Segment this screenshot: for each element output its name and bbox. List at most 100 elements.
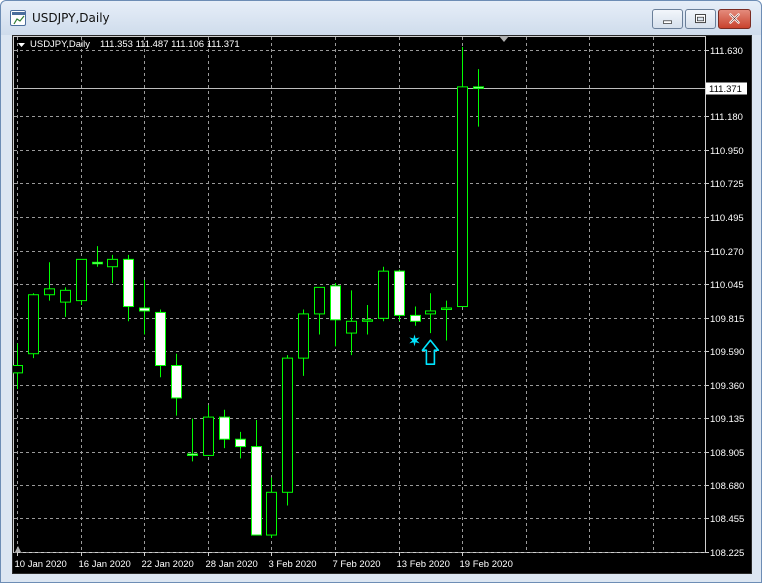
- candle[interactable]: [394, 269, 405, 322]
- candle[interactable]: [282, 355, 293, 506]
- chart-scroll-marker[interactable]: [15, 546, 21, 552]
- candle-body-bullish: [107, 258, 118, 268]
- restore-button[interactable]: [685, 9, 716, 29]
- candle[interactable]: [107, 254, 118, 283]
- price-axis-label: 110.045: [710, 280, 744, 291]
- time-axis-label: 10 Jan 2020: [15, 559, 67, 570]
- up-arrow-marker-icon[interactable]: [421, 339, 440, 366]
- candle[interactable]: [330, 282, 341, 347]
- candle-body-bearish: [92, 261, 103, 265]
- time-axis-label: 16 Jan 2020: [79, 559, 131, 570]
- candle[interactable]: [314, 286, 325, 335]
- candlestick-chart[interactable]: 111.630 111.180 110.950 110.725 110.495 110.2…: [13, 36, 753, 575]
- candle-body-bullish: [28, 294, 39, 355]
- candle[interactable]: [28, 293, 39, 359]
- minimize-icon: [663, 20, 672, 24]
- title-bar[interactable]: USDJPY,Daily: [1, 1, 761, 35]
- price-axis-label: 109.360: [710, 381, 744, 392]
- candle-body-bearish: [251, 446, 262, 536]
- candle-body-bullish: [346, 320, 357, 334]
- price-axis-label: 111.630: [710, 46, 743, 57]
- price-axis-label: 109.590: [710, 347, 744, 358]
- candle-body-bullish: [378, 270, 389, 319]
- candle-body-bullish: [441, 307, 452, 310]
- chart-symbol-label: USDJPY,Daily: [30, 39, 90, 50]
- candle-body-bearish: [219, 416, 230, 440]
- candle[interactable]: [187, 418, 198, 462]
- time-axis-label: 22 Jan 2020: [142, 559, 194, 570]
- candle-body-bullish: [203, 416, 214, 456]
- time-axis-label: 13 Feb 2020: [397, 559, 450, 570]
- price-axis-label: 109.815: [710, 314, 744, 325]
- candle[interactable]: [123, 254, 134, 322]
- candle[interactable]: [235, 431, 246, 459]
- price-axis-label: 110.495: [710, 213, 744, 224]
- chart-ohlc-values: 111.353 111.487 111.106 111.371: [100, 39, 240, 50]
- close-icon: [729, 13, 740, 24]
- star-marker-icon[interactable]: [409, 334, 420, 347]
- candle[interactable]: [410, 306, 421, 326]
- candle[interactable]: [378, 266, 389, 322]
- candle-body-bearish: [235, 438, 246, 448]
- candle-body-bearish: [139, 307, 150, 312]
- price-axis-label: 111.180: [710, 112, 743, 123]
- candle-body-bullish: [44, 288, 55, 296]
- candle[interactable]: [13, 343, 23, 390]
- candle-body-bullish: [282, 357, 293, 493]
- chart-window-icon: [10, 10, 26, 26]
- price-axis-label: 109.135: [710, 414, 744, 425]
- time-axis-label: 3 Feb 2020: [269, 559, 317, 570]
- plot-frame: [13, 36, 706, 553]
- candle-body-bearish: [410, 314, 421, 322]
- candle-body-bearish: [171, 365, 182, 399]
- price-axis-label: 110.950: [710, 146, 744, 157]
- candle[interactable]: [425, 293, 436, 334]
- candle[interactable]: [473, 69, 484, 127]
- candle[interactable]: [76, 258, 87, 306]
- candle-body-bearish: [187, 453, 198, 456]
- candle[interactable]: [60, 287, 71, 317]
- candle[interactable]: [155, 309, 166, 378]
- chart-area[interactable]: 111.630 111.180 110.950 110.725 110.495 110.2…: [12, 35, 752, 574]
- candle[interactable]: [171, 353, 182, 416]
- candle-body-bullish: [425, 310, 436, 315]
- candle-body-bearish: [330, 285, 341, 321]
- candle-body-bullish: [13, 365, 23, 374]
- candle-body-bullish: [60, 289, 71, 303]
- candle-body-bullish: [457, 86, 468, 308]
- candle[interactable]: [203, 405, 214, 456]
- restore-icon: [695, 14, 706, 24]
- candle[interactable]: [362, 305, 373, 335]
- close-button[interactable]: [718, 9, 751, 29]
- candle[interactable]: [251, 420, 262, 536]
- candle-body-bearish: [123, 258, 134, 308]
- time-axis-label: 7 Feb 2020: [333, 559, 381, 570]
- current-price-label: 111.371: [709, 84, 742, 95]
- candle[interactable]: [219, 409, 230, 449]
- time-axis-label: 19 Feb 2020: [460, 559, 513, 570]
- candle[interactable]: [346, 290, 357, 356]
- price-axis-label: 108.455: [710, 514, 744, 525]
- candle-body-bullish: [76, 258, 87, 302]
- price-axis-label: 108.680: [710, 481, 744, 492]
- time-axis-label: 28 Jan 2020: [206, 559, 258, 570]
- candle[interactable]: [457, 47, 468, 308]
- candle[interactable]: [44, 262, 55, 301]
- price-axis-label: 108.225: [710, 548, 744, 559]
- chart-window: USDJPY,Daily 111.630 111.180 110.950 110.72…: [0, 0, 762, 583]
- minimize-button[interactable]: [652, 9, 683, 29]
- candle[interactable]: [441, 300, 452, 341]
- price-axis-label: 108.905: [710, 448, 744, 459]
- candle[interactable]: [266, 477, 277, 538]
- candle-body-bearish: [394, 270, 405, 316]
- candle[interactable]: [298, 309, 309, 376]
- candle-body-bullish: [314, 286, 325, 315]
- candle[interactable]: [139, 279, 150, 335]
- candle[interactable]: [92, 246, 103, 267]
- candle-body-bullish: [266, 491, 277, 536]
- candle-body-bearish: [155, 311, 166, 367]
- symbol-dropdown-icon[interactable]: [18, 43, 25, 47]
- chart-shift-marker[interactable]: [499, 36, 509, 42]
- candle-body-bullish: [298, 313, 309, 359]
- price-axis-label: 110.270: [710, 247, 744, 258]
